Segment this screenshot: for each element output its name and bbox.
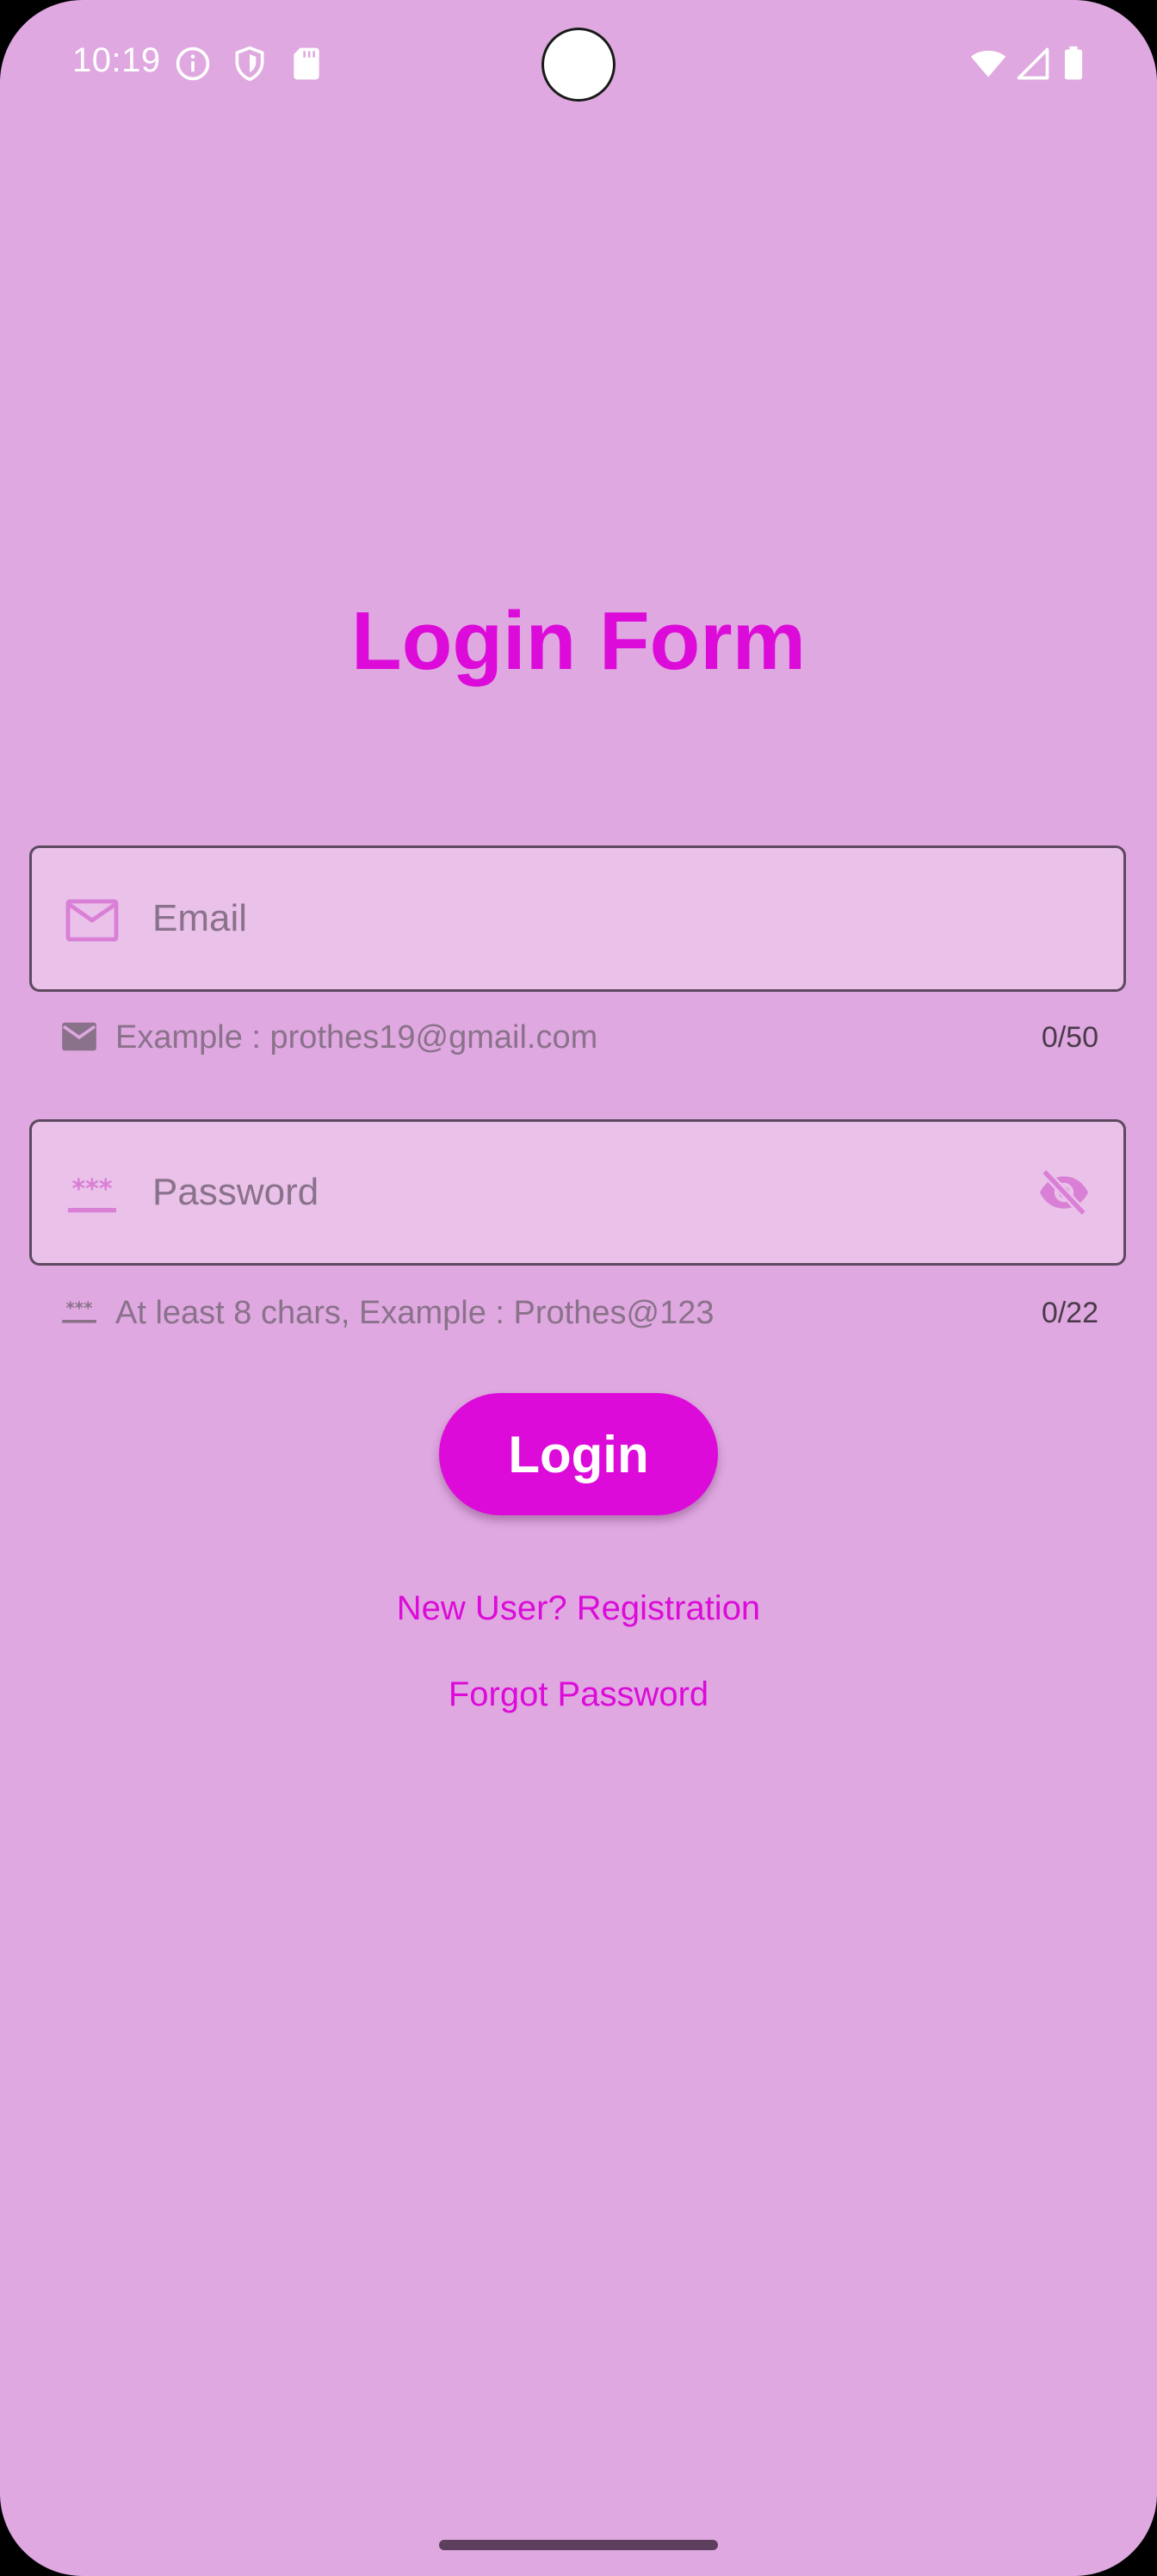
password-field[interactable]: *** [29,1119,1126,1266]
sd-card-icon [294,47,319,80]
shield-icon [235,46,264,82]
status-time: 10:19 [72,41,161,79]
password-input[interactable] [152,1122,962,1263]
visibility-off-icon[interactable] [1034,1165,1094,1220]
gesture-nav-handle[interactable] [439,2540,718,2550]
email-helper: Example : prothes19@gmail.com 0/50 [60,1016,1098,1059]
status-bar: 10:19 [0,0,1157,129]
svg-text:***: *** [65,1298,92,1318]
email-input[interactable] [152,848,1013,989]
email-field[interactable] [29,845,1126,992]
mail-icon [62,1022,96,1051]
info-icon [176,46,210,81]
password-helper: *** At least 8 chars, Example : Prothes@… [60,1291,1098,1334]
registration-link[interactable]: New User? Registration [0,1589,1157,1628]
login-button[interactable]: Login [439,1393,718,1515]
email-char-counter: 0/50 [1041,1021,1098,1054]
mail-icon [65,899,119,942]
password-icon: *** [68,1174,116,1213]
password-icon: *** [62,1298,96,1323]
camera-cutout [541,28,616,102]
password-helper-text: At least 8 chars, Example : Prothes@123 [115,1295,715,1331]
battery-icon [1064,46,1083,80]
login-screen: 10:19 Login Form Email Example: prothes… [0,0,1157,2576]
cell-signal-icon [1017,47,1049,80]
password-char-counter: 0/22 [1041,1297,1098,1329]
wifi-icon [970,50,1006,77]
page-title: Login Form [351,595,806,687]
svg-text:***: *** [71,1174,112,1204]
forgot-password-link[interactable]: Forgot Password [0,1675,1157,1714]
email-helper-text: Example : prothes19@gmail.com [115,1019,598,1056]
